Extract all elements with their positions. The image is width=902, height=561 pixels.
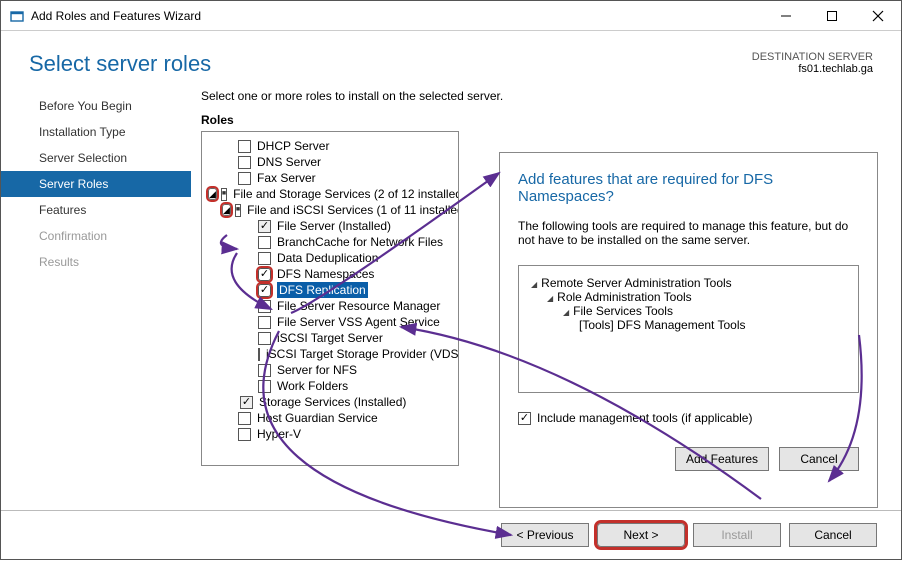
- checkbox[interactable]: [258, 364, 271, 377]
- destination-server: DESTINATION SERVER fs01.techlab.ga: [752, 51, 873, 75]
- window-title: Add Roles and Features Wizard: [31, 9, 763, 23]
- role-fsrm[interactable]: File Server Resource Manager: [204, 298, 456, 314]
- dialog-title: Add features that are required for DFS N…: [518, 171, 859, 205]
- role-file-storage[interactable]: ◢File and Storage Services (2 of 12 inst…: [204, 186, 456, 202]
- tree-item[interactable]: Remote Server Administration Tools: [531, 276, 846, 290]
- role-branchcache[interactable]: BranchCache for Network Files: [204, 234, 456, 250]
- maximize-button[interactable]: [809, 1, 855, 30]
- checkbox[interactable]: [258, 284, 271, 297]
- role-dhcp[interactable]: DHCP Server: [204, 138, 456, 154]
- cancel-button[interactable]: Cancel: [789, 523, 877, 547]
- wizard-window: Add Roles and Features Wizard Select ser…: [0, 0, 902, 560]
- role-file-iscsi[interactable]: ◢File and iSCSI Services (1 of 11 instal…: [204, 202, 456, 218]
- checkbox[interactable]: [238, 172, 251, 185]
- add-features-dialog: Add features that are required for DFS N…: [499, 152, 878, 508]
- destination-label: DESTINATION SERVER: [752, 51, 873, 63]
- sidebar: Before You Begin Installation Type Serve…: [1, 87, 191, 527]
- previous-button[interactable]: < Previous: [501, 523, 589, 547]
- tree-item[interactable]: Role Administration Tools: [531, 290, 846, 304]
- window-controls: [763, 1, 901, 30]
- close-button[interactable]: [855, 1, 901, 30]
- checkbox[interactable]: [238, 428, 251, 441]
- page-title: Select server roles: [29, 51, 211, 77]
- expand-icon[interactable]: ◢: [222, 204, 231, 216]
- checkbox[interactable]: [258, 300, 271, 313]
- minimize-button[interactable]: [763, 1, 809, 30]
- include-tools-row[interactable]: Include management tools (if applicable): [518, 411, 859, 425]
- step-server-roles[interactable]: Server Roles: [1, 171, 191, 197]
- role-iscsi-provider[interactable]: iSCSI Target Storage Provider (VDS and V…: [204, 346, 456, 362]
- include-tools-label: Include management tools (if applicable): [537, 411, 752, 425]
- next-button[interactable]: Next >: [597, 523, 685, 547]
- role-hgs[interactable]: Host Guardian Service: [204, 410, 456, 426]
- role-dfs-replication[interactable]: DFS Replication: [204, 282, 456, 298]
- checkbox[interactable]: [258, 332, 271, 345]
- tree-item[interactable]: [Tools] DFS Management Tools: [531, 318, 846, 332]
- checkbox[interactable]: [258, 252, 271, 265]
- destination-value: fs01.techlab.ga: [752, 63, 873, 75]
- checkbox[interactable]: [258, 316, 271, 329]
- role-dns[interactable]: DNS Server: [204, 154, 456, 170]
- step-server-selection[interactable]: Server Selection: [1, 145, 191, 171]
- checkbox[interactable]: [238, 412, 251, 425]
- checkbox[interactable]: [221, 188, 227, 201]
- tree-item[interactable]: File Services Tools: [531, 304, 846, 318]
- checkbox[interactable]: [258, 268, 271, 281]
- instruction-text: Select one or more roles to install on t…: [201, 87, 901, 113]
- checkbox[interactable]: [258, 220, 271, 233]
- features-tree: Remote Server Administration Tools Role …: [518, 265, 859, 393]
- expand-icon[interactable]: ◢: [208, 188, 217, 200]
- step-results: Results: [1, 249, 191, 275]
- role-hyperv[interactable]: Hyper-V: [204, 426, 456, 442]
- add-features-button[interactable]: Add Features: [675, 447, 769, 471]
- install-button: Install: [693, 523, 781, 547]
- include-tools-checkbox[interactable]: [518, 412, 531, 425]
- checkbox[interactable]: [235, 204, 241, 217]
- role-vss-agent[interactable]: File Server VSS Agent Service: [204, 314, 456, 330]
- roles-listbox[interactable]: DHCP Server DNS Server Fax Server ◢File …: [201, 131, 459, 466]
- checkbox[interactable]: [240, 396, 253, 409]
- titlebar: Add Roles and Features Wizard: [1, 1, 901, 31]
- checkbox[interactable]: [258, 380, 271, 393]
- role-nfs[interactable]: Server for NFS: [204, 362, 456, 378]
- role-dedup[interactable]: Data Deduplication: [204, 250, 456, 266]
- heading-row: Select server roles DESTINATION SERVER f…: [1, 31, 901, 87]
- role-fax[interactable]: Fax Server: [204, 170, 456, 186]
- step-confirmation: Confirmation: [1, 223, 191, 249]
- step-features[interactable]: Features: [1, 197, 191, 223]
- role-file-server[interactable]: File Server (Installed): [204, 218, 456, 234]
- wizard-footer: < Previous Next > Install Cancel: [1, 510, 901, 559]
- checkbox[interactable]: [258, 348, 260, 361]
- role-iscsi-target[interactable]: iSCSI Target Server: [204, 330, 456, 346]
- app-icon: [9, 8, 25, 24]
- step-before-you-begin[interactable]: Before You Begin: [1, 93, 191, 119]
- roles-label: Roles: [201, 113, 901, 131]
- checkbox[interactable]: [258, 236, 271, 249]
- role-dfs-namespaces[interactable]: DFS Namespaces: [204, 266, 456, 282]
- role-storage-services[interactable]: Storage Services (Installed): [204, 394, 456, 410]
- step-installation-type[interactable]: Installation Type: [1, 119, 191, 145]
- dialog-cancel-button[interactable]: Cancel: [779, 447, 859, 471]
- role-work-folders[interactable]: Work Folders: [204, 378, 456, 394]
- checkbox[interactable]: [238, 156, 251, 169]
- checkbox[interactable]: [238, 140, 251, 153]
- dialog-text: The following tools are required to mana…: [518, 219, 859, 247]
